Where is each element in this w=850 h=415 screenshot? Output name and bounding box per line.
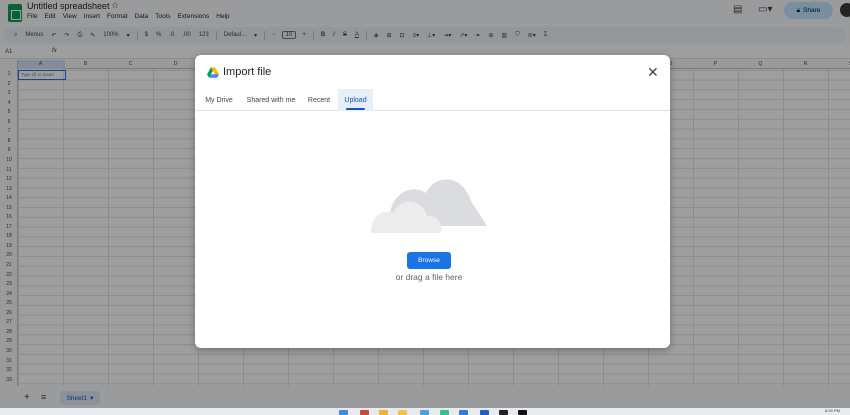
- tab-upload[interactable]: Upload: [338, 89, 373, 111]
- dialog-title: Import file: [223, 66, 272, 78]
- tab-shared-with-me[interactable]: Shared with me: [243, 89, 299, 111]
- folder-icon[interactable]: [398, 410, 407, 415]
- tab-my-drive[interactable]: My Drive: [200, 89, 238, 111]
- close-icon[interactable]: ✕: [647, 64, 659, 81]
- edge-icon[interactable]: [420, 410, 429, 415]
- app-icon[interactable]: [440, 410, 449, 415]
- app-icon[interactable]: [499, 410, 508, 415]
- start-icon[interactable]: [339, 410, 348, 415]
- google-drive-icon: [207, 67, 219, 78]
- app-icon[interactable]: [360, 410, 369, 415]
- drag-drop-hint: or drag a file here: [395, 272, 463, 282]
- browse-button[interactable]: Browse: [407, 252, 451, 269]
- app-icon[interactable]: [459, 410, 468, 415]
- app-icon[interactable]: [379, 410, 388, 415]
- import-file-dialog: Import file ✕ My Drive Shared with me Re…: [195, 55, 670, 348]
- app-icon[interactable]: [518, 410, 527, 415]
- dialog-tabs: My Drive Shared with me Recent Upload: [195, 89, 670, 111]
- app-icon[interactable]: [480, 410, 489, 415]
- clock: 8:29 PM: [825, 408, 840, 413]
- cloud-upload-icon: [371, 179, 487, 233]
- tab-recent[interactable]: Recent: [304, 89, 334, 111]
